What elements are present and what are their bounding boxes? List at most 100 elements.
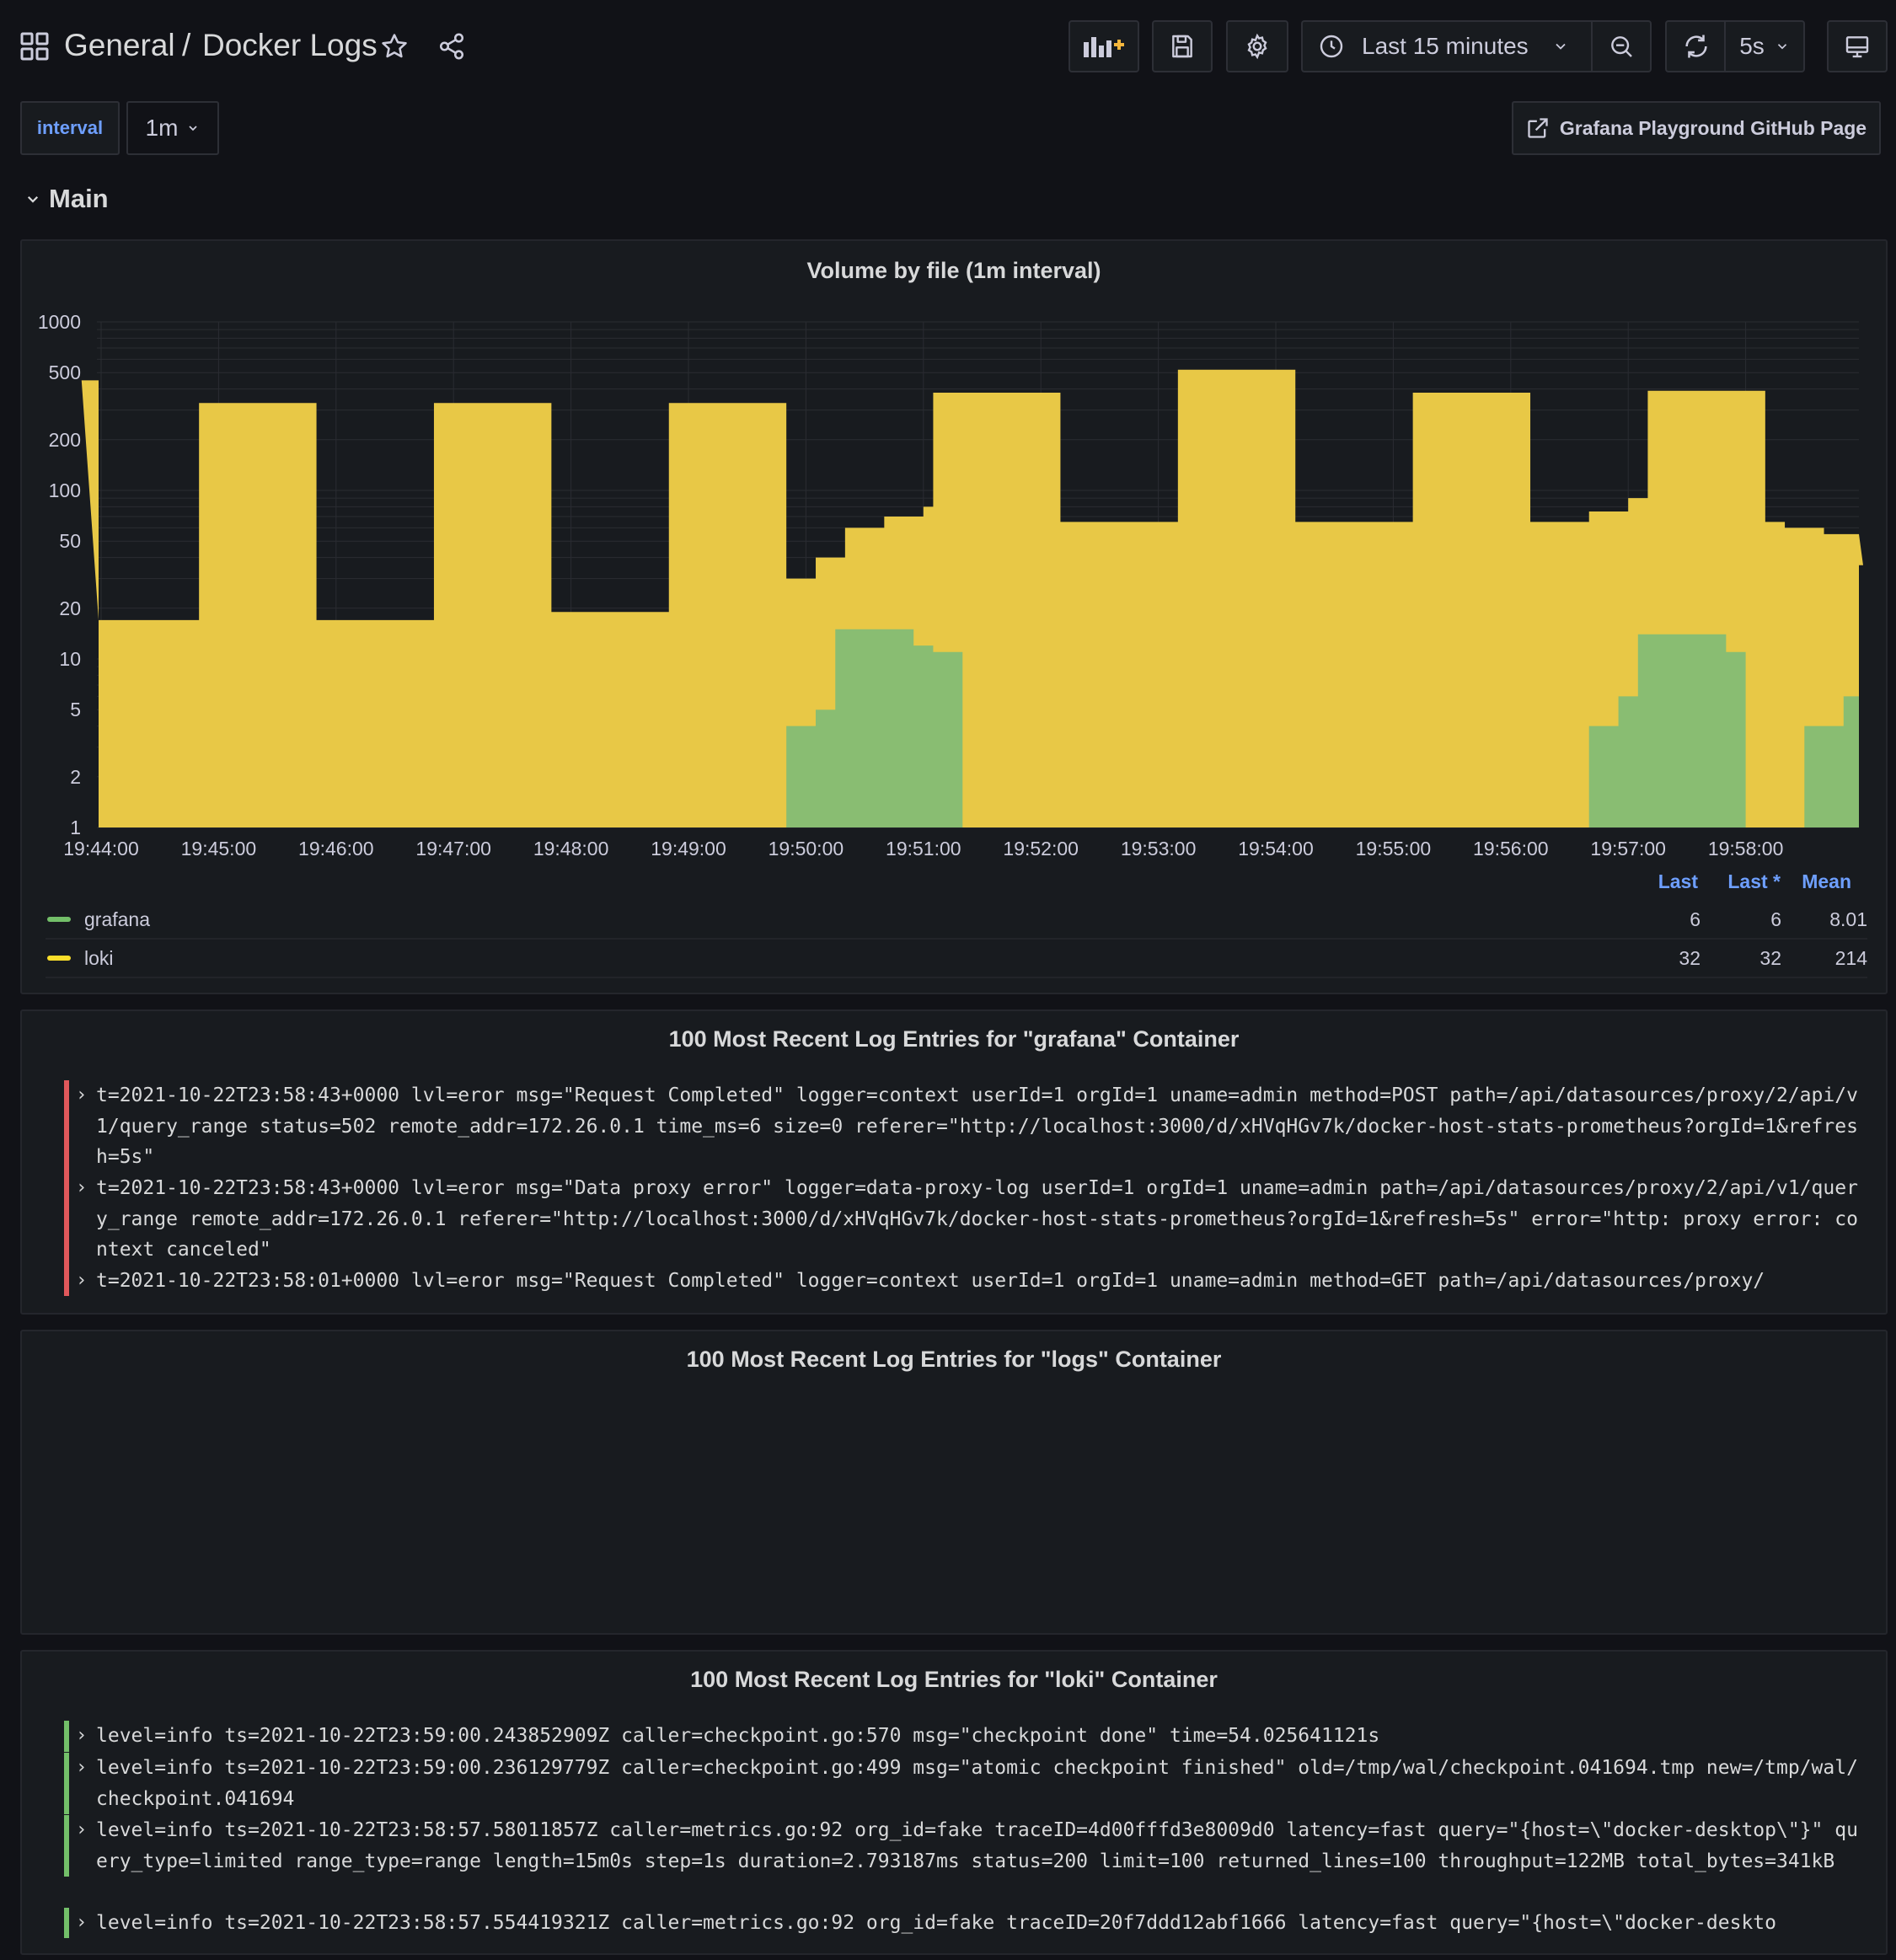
log-row[interactable]: › level=info ts=2021-10-22T23:59:00.2361… [44, 1753, 1866, 1814]
y-tick-label: 20 [59, 597, 81, 619]
log-level-indicator [64, 1908, 69, 1938]
x-tick-label: 19:56:00 [1473, 838, 1549, 860]
log-row[interactable]: › level=info ts=2021-10-22T23:59:00.2438… [44, 1721, 1866, 1752]
zoom-out-icon [1611, 36, 1632, 57]
refresh-interval-label: 5s [1739, 33, 1765, 59]
x-tick-label: 19:53:00 [1121, 838, 1197, 860]
chevron-down-icon [27, 195, 39, 203]
log-message: level=info ts=2021-10-22T23:59:00.236129… [96, 1757, 1858, 1810]
legend-header-last[interactable]: Last [1614, 870, 1698, 893]
save-dashboard-button[interactable] [1152, 20, 1213, 72]
log-row[interactable]: › t=2021-10-22T23:58:43+0000 lvl=eror ms… [44, 1080, 1866, 1173]
chevron-right-icon: › [76, 1912, 88, 1933]
log-message: t=2021-10-22T23:58:01+0000 lvl=eror msg=… [96, 1270, 1765, 1292]
y-tick-label: 2 [70, 766, 81, 788]
add-panel-icon [1084, 37, 1124, 57]
x-tick-label: 19:54:00 [1238, 838, 1314, 860]
legend-header-mean[interactable]: Mean [1767, 870, 1851, 893]
refresh-icon [1685, 35, 1707, 58]
log-level-indicator [64, 1721, 69, 1752]
legend-mean-value: 8.01 [1829, 908, 1867, 930]
legend-swatch [47, 956, 71, 961]
legend-swatch [47, 917, 71, 922]
x-tick-label: 19:52:00 [1003, 838, 1079, 860]
chevron-down-icon [189, 126, 198, 131]
dashboard-title[interactable]: Docker Logs [202, 28, 378, 63]
chevron-down-icon [1777, 44, 1786, 50]
panel-title[interactable]: 100 Most Recent Log Entries for "loki" C… [22, 1667, 1886, 1693]
github-page-link-label: Grafana Playground GitHub Page [1559, 116, 1867, 139]
log-level-indicator [64, 1173, 69, 1266]
dashboard-settings-button[interactable] [1226, 20, 1288, 72]
y-tick-label: 1 [70, 817, 81, 838]
interval-variable-value: 1m [145, 115, 179, 141]
star-icon[interactable] [380, 32, 409, 65]
dashboards-icon[interactable] [20, 32, 49, 61]
log-row[interactable]: › level=info ts=2021-10-22T23:58:57.5801… [44, 1815, 1866, 1877]
y-tick-label: 5 [70, 699, 81, 720]
monitor-icon [1845, 36, 1869, 58]
logs-logs-panel: 100 Most Recent Log Entries for "logs" C… [20, 1330, 1888, 1635]
panel-title[interactable]: 100 Most Recent Log Entries for "grafana… [22, 1026, 1886, 1052]
x-tick-label: 19:57:00 [1590, 838, 1666, 860]
time-range-label: Last 15 minutes [1362, 33, 1529, 59]
breadcrumb-folder[interactable]: General [64, 28, 175, 63]
loki-logs-panel: 100 Most Recent Log Entries for "loki" C… [20, 1650, 1888, 1955]
row-main-toggle[interactable]: Main [25, 184, 109, 214]
external-link-icon [1528, 118, 1548, 138]
time-range-picker[interactable]: Last 15 minutes [1301, 20, 1593, 72]
log-row[interactable]: › level=info ts=2021-10-22T23:58:57.5544… [44, 1908, 1866, 1938]
x-tick-label: 19:50:00 [769, 838, 844, 860]
volume-chart[interactable]: 1 2 5 10 20 50 100 200 500 1000 19:44:00 19:45:00 19… [20, 239, 1888, 863]
interval-variable-label: interval [20, 101, 120, 155]
log-message: level=info ts=2021-10-22T23:59:00.243852… [96, 1725, 1380, 1747]
chevron-right-icon: › [76, 1757, 88, 1778]
save-icon [1172, 35, 1192, 58]
log-message: t=2021-10-22T23:58:43+0000 lvl=eror msg=… [96, 1084, 1858, 1168]
y-tick-label: 500 [49, 361, 81, 383]
log-level-indicator [64, 1815, 69, 1877]
x-tick-label: 19:49:00 [651, 838, 726, 860]
legend-last-value: 32 [1679, 946, 1701, 969]
github-page-link[interactable]: Grafana Playground GitHub Page [1512, 101, 1881, 155]
row-title: Main [49, 184, 109, 213]
gear-icon [1247, 33, 1267, 60]
chevron-right-icon: › [76, 1084, 88, 1106]
x-tick-label: 19:46:00 [298, 838, 374, 860]
log-level-indicator [64, 1266, 69, 1296]
x-tick-label: 19:47:00 [415, 838, 491, 860]
chevron-right-icon: › [76, 1177, 88, 1198]
legend-series-name: loki [84, 946, 114, 969]
chevron-right-icon: › [76, 1819, 88, 1840]
legend-last-value: 6 [1690, 908, 1701, 930]
grafana-logs-panel: 100 Most Recent Log Entries for "grafana… [20, 1009, 1888, 1315]
log-row[interactable]: › t=2021-10-22T23:58:43+0000 lvl=eror ms… [44, 1173, 1866, 1266]
x-tick-label: 19:55:00 [1356, 838, 1432, 860]
x-tick-label: 19:51:00 [886, 838, 961, 860]
refresh-button[interactable] [1665, 20, 1726, 72]
legend-item-grafana[interactable]: grafana 6 6 8.01 [46, 901, 1867, 940]
legend-series-name: grafana [84, 908, 151, 930]
log-row[interactable]: › t=2021-10-22T23:58:01+0000 lvl=eror ms… [44, 1266, 1866, 1296]
legend-last-star-value: 6 [1770, 908, 1781, 930]
chevron-down-icon [1556, 43, 1566, 50]
breadcrumb-separator: / [182, 28, 191, 62]
share-icon[interactable] [437, 32, 466, 65]
zoom-out-button[interactable] [1591, 20, 1652, 72]
chevron-right-icon: › [76, 1270, 88, 1291]
y-tick-label: 100 [49, 479, 81, 501]
log-message: t=2021-10-22T23:58:43+0000 lvl=eror msg=… [96, 1177, 1858, 1261]
y-tick-label: 50 [59, 530, 81, 552]
interval-variable-select[interactable]: 1m [126, 101, 219, 155]
x-tick-label: 19:44:00 [63, 838, 139, 860]
refresh-interval-picker[interactable]: 5s [1724, 20, 1805, 72]
y-tick-label: 1000 [38, 311, 81, 333]
x-tick-label: 19:45:00 [181, 838, 257, 860]
add-panel-button[interactable] [1069, 20, 1139, 72]
panel-title[interactable]: 100 Most Recent Log Entries for "logs" C… [22, 1347, 1886, 1373]
cycle-view-mode-button[interactable] [1827, 20, 1888, 72]
clock-icon [1320, 35, 1343, 58]
log-message: level=info ts=2021-10-22T23:58:57.554419… [96, 1912, 1776, 1934]
legend-item-loki[interactable]: loki 32 32 214 [46, 940, 1867, 978]
legend-mean-value: 214 [1834, 946, 1867, 969]
